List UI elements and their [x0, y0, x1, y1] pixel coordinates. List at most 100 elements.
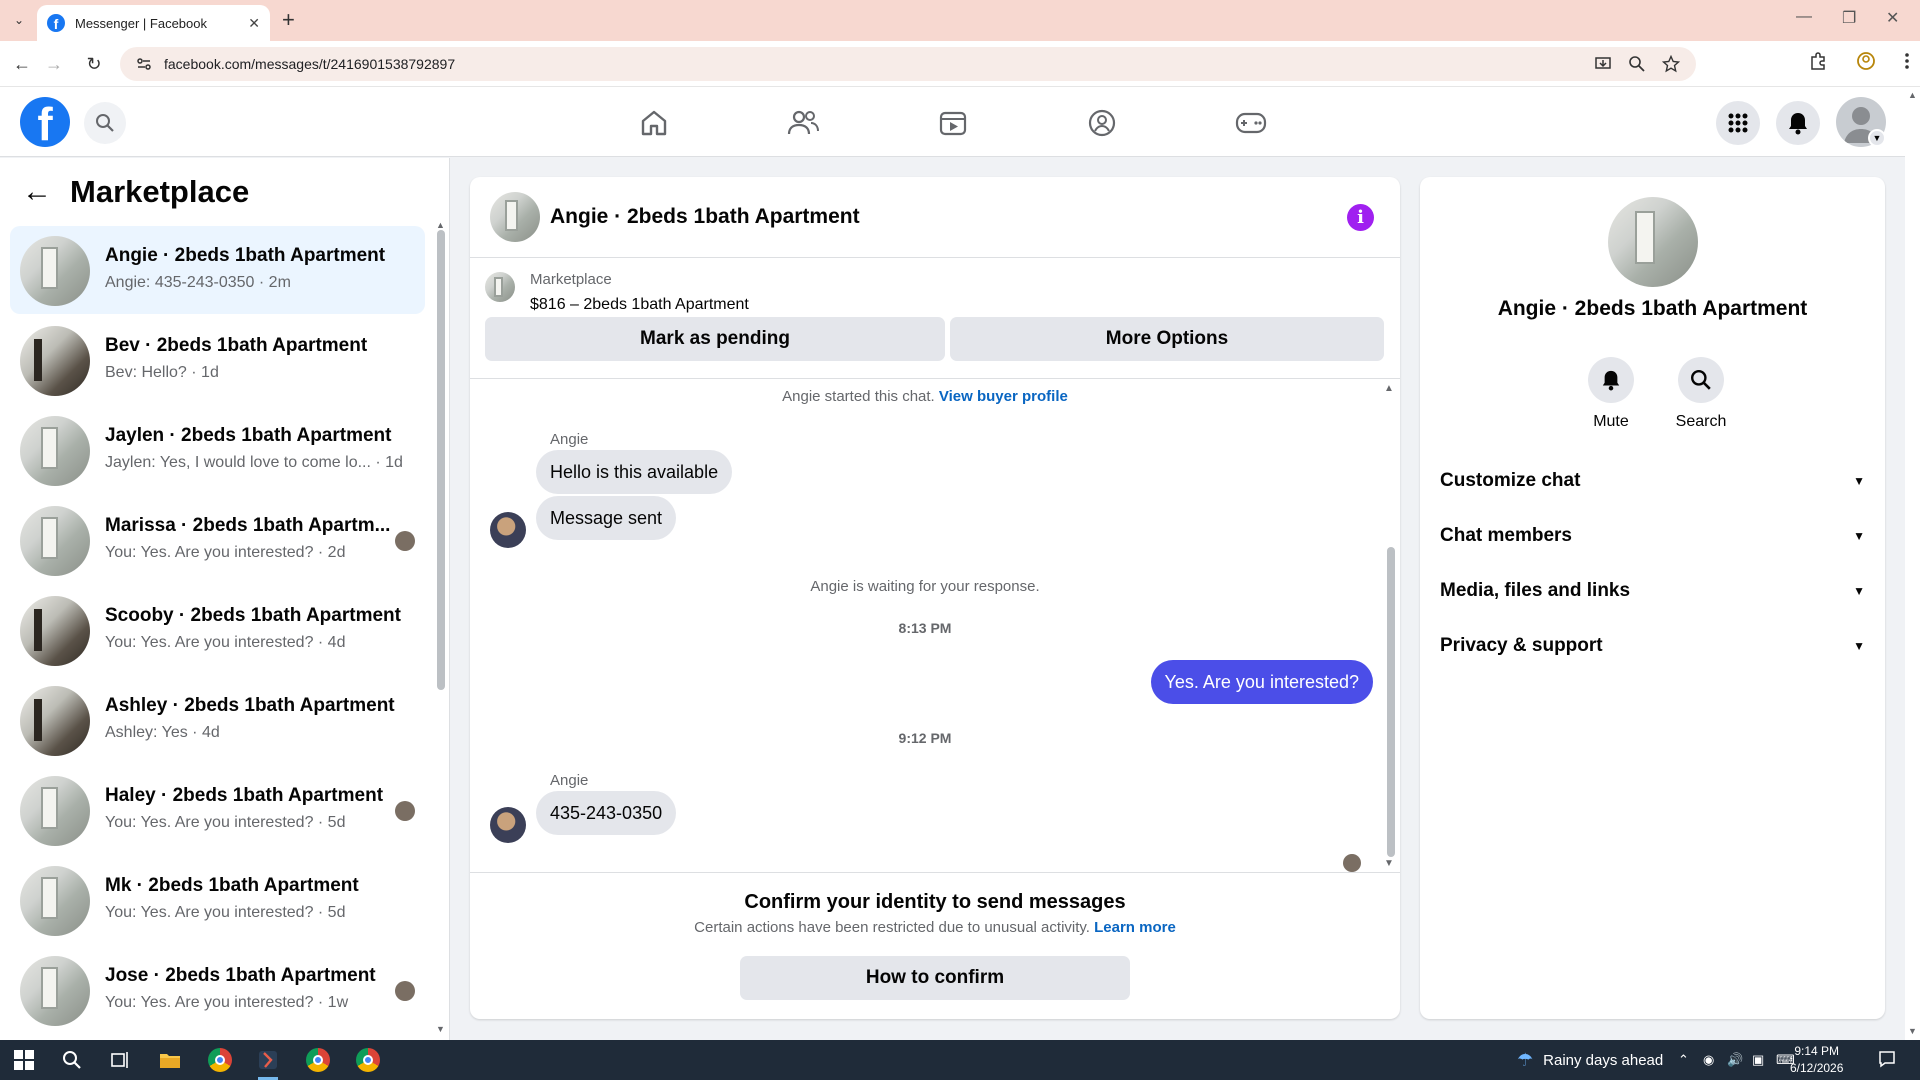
message-bubble[interactable]: 435-243-0350	[536, 791, 677, 835]
menu-grid-icon[interactable]	[1716, 101, 1760, 145]
camera-icon[interactable]: ◉	[1703, 1052, 1714, 1068]
search-action[interactable]: Search	[1666, 357, 1736, 431]
info-icon[interactable]: i	[1347, 204, 1374, 231]
conversation-list-scrollbar[interactable]	[437, 230, 445, 690]
scroll-down-arrow-icon[interactable]: ▼	[436, 1024, 445, 1034]
chat-scrollbar[interactable]	[1387, 547, 1395, 857]
mark-as-pending-button[interactable]: Mark as pending	[485, 317, 945, 361]
page-scroll-up-icon[interactable]: ▲	[1908, 90, 1917, 100]
page-scroll-down-icon[interactable]: ▼	[1908, 1026, 1917, 1036]
zoom-icon[interactable]	[1628, 55, 1646, 73]
mute-label: Mute	[1593, 413, 1629, 430]
message-bubble[interactable]: Message sent	[536, 496, 677, 540]
install-app-icon[interactable]	[1594, 55, 1612, 73]
facebook-logo-icon[interactable]: f	[20, 97, 70, 147]
chat-scroll-up-icon[interactable]: ▲	[1384, 383, 1394, 394]
chrome-app-icon[interactable]	[206, 1046, 234, 1074]
notifications-bell-icon[interactable]	[1776, 101, 1820, 145]
minimize-icon[interactable]: —	[1796, 8, 1812, 26]
conversation-item[interactable]: Mk · 2beds 1bath Apartment You: Yes. Are …	[10, 856, 425, 944]
forward-icon[interactable]: →	[40, 51, 68, 77]
listing-thumbnail	[20, 326, 90, 396]
conversation-item[interactable]: Ashley · 2beds 1bath Apartment Ashley: Ye…	[10, 676, 425, 764]
conversation-preview: You: Yes. Are you interested? · 2d	[105, 544, 346, 561]
outgoing-message-bubble[interactable]: Yes. Are you interested?	[1150, 660, 1373, 704]
conversation-item[interactable]: Scooby · 2beds 1bath Apartment You: Yes. …	[10, 586, 425, 674]
task-view-icon[interactable]	[106, 1046, 134, 1074]
back-icon[interactable]: ←	[8, 51, 36, 77]
restore-icon[interactable]: ❐	[1842, 8, 1856, 28]
sender-avatar[interactable]	[490, 807, 526, 843]
message-bubble[interactable]: Hello is this available	[536, 450, 733, 494]
gaming-icon[interactable]	[1229, 101, 1273, 145]
omnibox[interactable]: facebook.com/messages/t/2416901538792897	[120, 47, 1696, 81]
conversation-item[interactable]: Jaylen · 2beds 1bath Apartment Jaylen: Ye…	[10, 406, 425, 494]
media-files-links-section[interactable]: Media, files and links ▼	[1440, 571, 1865, 611]
chevron-down-icon: ▼	[1853, 584, 1865, 598]
chrome-app-icon-3[interactable]	[354, 1046, 382, 1074]
chrome-app-icon-2[interactable]	[304, 1046, 332, 1074]
conversation-preview: You: Yes. Are you interested? · 1w	[105, 994, 349, 1011]
profile-photo[interactable]	[1608, 197, 1698, 287]
system-clock[interactable]: 9:14 PM 6/12/2026	[1790, 1043, 1843, 1077]
view-buyer-profile-link[interactable]: View buyer profile	[939, 388, 1068, 405]
facebook-favicon-icon: f	[47, 14, 65, 32]
active-app-icon[interactable]	[254, 1046, 282, 1080]
mute-action[interactable]: Mute	[1576, 357, 1646, 431]
facebook-search-icon[interactable]	[84, 102, 126, 144]
more-options-button[interactable]: More Options	[950, 317, 1384, 361]
sender-avatar[interactable]	[490, 512, 526, 548]
mute-bell-icon[interactable]	[1588, 357, 1634, 403]
chat-avatar[interactable]	[490, 192, 540, 242]
tab-close-icon[interactable]: ✕	[248, 15, 260, 32]
read-receipt-avatar	[1343, 854, 1361, 872]
bookmark-star-icon[interactable]	[1662, 55, 1680, 73]
conversation-item[interactable]: Angie · 2beds 1bath Apartment Angie: 435-…	[10, 226, 425, 314]
taskbar-search-icon[interactable]	[58, 1046, 86, 1074]
chat-header: Angie · 2beds 1bath Apartment i	[470, 177, 1400, 258]
tray-chevron-icon[interactable]: ⌃	[1678, 1052, 1689, 1068]
scroll-up-arrow-icon[interactable]: ▲	[436, 220, 445, 230]
home-icon[interactable]	[632, 101, 676, 145]
tab-search-chevron-icon[interactable]: ⌄	[6, 8, 32, 32]
customize-chat-section[interactable]: Customize chat ▼	[1440, 461, 1865, 501]
conversation-item[interactable]: Haley · 2beds 1bath Apartment You: Yes. A…	[10, 766, 425, 854]
file-explorer-icon[interactable]	[156, 1046, 184, 1074]
extensions-icon[interactable]	[1808, 51, 1828, 71]
chat-scroll-down-icon[interactable]: ▼	[1384, 858, 1394, 869]
new-tab-icon[interactable]: +	[282, 8, 295, 32]
learn-more-link[interactable]: Learn more	[1094, 919, 1176, 936]
reload-icon[interactable]: ↻	[80, 51, 108, 77]
search-icon[interactable]	[1678, 357, 1724, 403]
conversation-item[interactable]: Bev · 2beds 1bath Apartment Bev: Hello? ·…	[10, 316, 425, 404]
listing-bar: Marketplace $816 – 2beds 1bath Apartment…	[470, 259, 1400, 379]
listing-thumbnail[interactable]	[485, 272, 515, 302]
friends-icon[interactable]	[781, 101, 825, 145]
action-center-icon[interactable]	[1878, 1050, 1896, 1071]
window-close-icon[interactable]: ✕	[1886, 8, 1899, 28]
account-chevron-icon[interactable]: ▼	[1868, 129, 1886, 147]
watch-video-icon[interactable]	[931, 101, 975, 145]
chat-members-section[interactable]: Chat members ▼	[1440, 516, 1865, 556]
back-arrow-icon[interactable]: ←	[22, 175, 52, 209]
windows-start-icon[interactable]	[10, 1046, 38, 1074]
site-settings-icon[interactable]	[136, 56, 152, 72]
listing-price[interactable]: $816 – 2beds 1bath Apartment	[530, 296, 749, 314]
marketplace-conversation-panel: ← Marketplace Angie · 2beds 1bath Apartm…	[0, 158, 450, 1040]
panel-title: Marketplace	[70, 174, 250, 209]
browser-menu-icon[interactable]	[1904, 51, 1910, 71]
how-to-confirm-button[interactable]: How to confirm	[740, 956, 1130, 1000]
conversation-item[interactable]: Jose · 2beds 1bath Apartment You: Yes. Ar…	[10, 946, 425, 1034]
tab-title: Messenger | Facebook	[75, 15, 207, 31]
chat-title[interactable]: Angie · 2beds 1bath Apartment	[550, 205, 860, 229]
browser-tab[interactable]: f Messenger | Facebook ✕	[37, 5, 270, 41]
network-icon[interactable]: ▣	[1752, 1052, 1764, 1068]
seen-avatar	[395, 981, 415, 1001]
page-scrollbar[interactable]: ▲ ▼	[1905, 88, 1920, 1040]
privacy-support-section[interactable]: Privacy & support ▼	[1440, 626, 1865, 666]
volume-icon[interactable]: 🔊	[1727, 1052, 1743, 1068]
profile-icon[interactable]	[1856, 51, 1876, 71]
weather-widget[interactable]: ☂ Rainy days ahead	[1517, 1050, 1663, 1071]
conversation-item[interactable]: Marissa · 2beds 1bath Apartm... You: Yes.…	[10, 496, 425, 584]
groups-icon[interactable]	[1080, 101, 1124, 145]
